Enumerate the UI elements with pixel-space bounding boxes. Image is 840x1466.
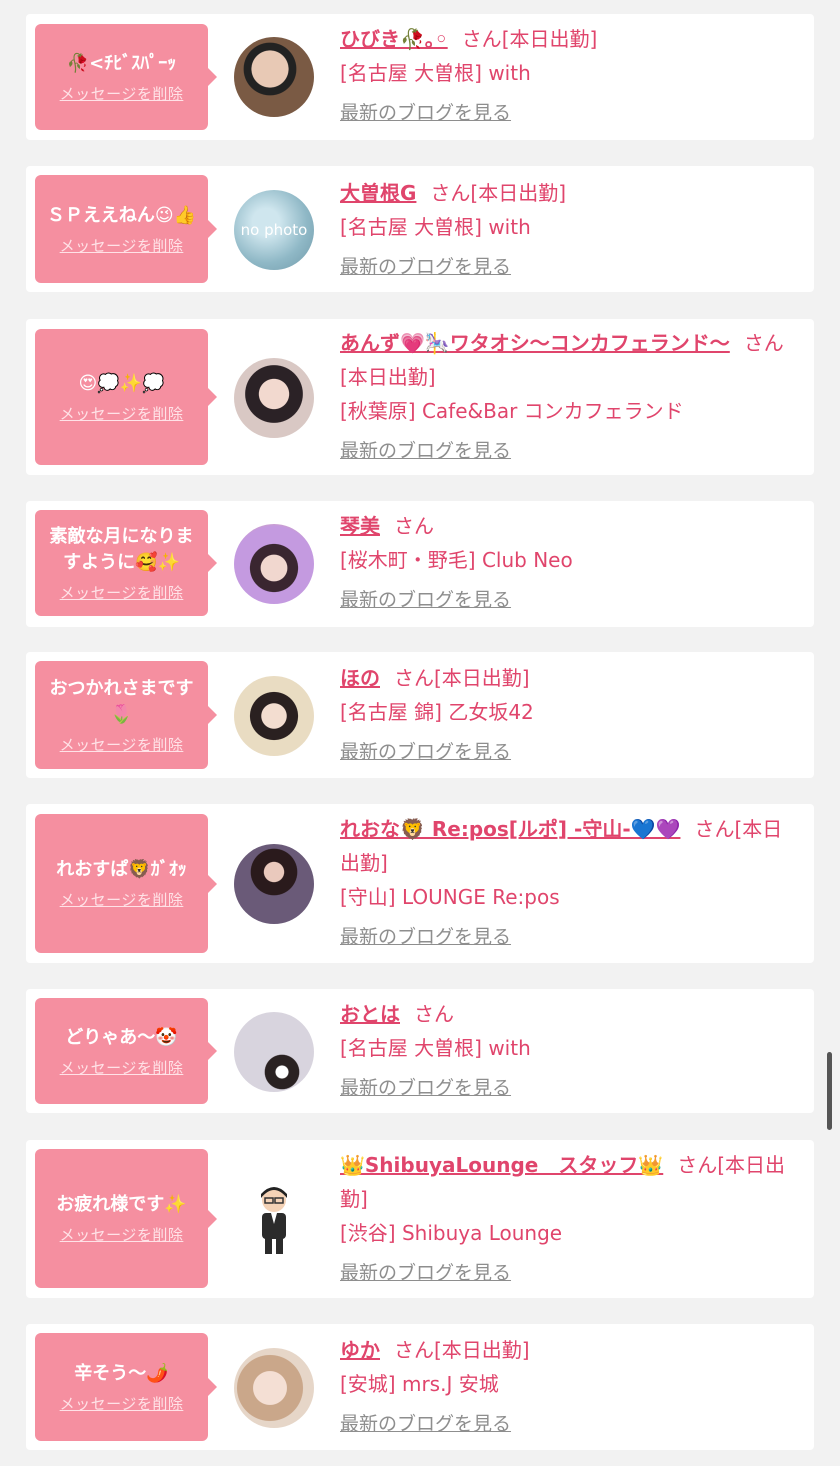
blog-link[interactable]: 最新のブログを見る	[340, 96, 511, 130]
message-bubble: れおすぱ🦁ｶﾞｵｯ メッセージを削除	[35, 814, 217, 953]
status-badge: [本日出勤]	[470, 181, 567, 205]
cast-name-link[interactable]: ゆか	[340, 1338, 380, 1362]
delete-message-link[interactable]: メッセージを削除	[60, 582, 184, 603]
message-bubble: ＳＰええねん😉👍 メッセージを削除	[35, 175, 217, 283]
cast-name-link[interactable]: ほの	[340, 666, 380, 690]
message-text: 素敵な月になりますように🥰✨	[49, 525, 194, 573]
san-suffix: さん	[743, 331, 784, 355]
status-badge: [本日出勤]	[501, 27, 598, 51]
list-item: お疲れ様です✨ メッセージを削除 👑ShibuyaLounge スタッフ👑 さん […	[26, 1140, 814, 1298]
san-suffix: さん	[414, 1002, 454, 1026]
message-bubble: 🥀<ﾁﾋﾞｽﾊﾟｰｯ メッセージを削除	[35, 24, 217, 130]
list-item: 😍💭✨💭 メッセージを削除 あんず💗🎠ワタオシ〜コンカフェランド〜 さん [本日出勤…	[26, 319, 814, 475]
message-text: 🥀<ﾁﾋﾞｽﾊﾟｰｯ	[66, 52, 177, 74]
cast-name-link[interactable]: 👑ShibuyaLounge スタッフ👑	[340, 1153, 663, 1177]
blog-link[interactable]: 最新のブログを見る	[340, 920, 511, 954]
delete-message-link[interactable]: メッセージを削除	[60, 734, 184, 755]
blog-link[interactable]: 最新のブログを見る	[340, 434, 511, 468]
no-photo-label: no photo	[240, 221, 308, 239]
list-item: ＳＰええねん😉👍 メッセージを削除 no photo 大曽根G さん[本日出勤] …	[26, 166, 814, 292]
blog-link[interactable]: 最新のブログを見る	[340, 1071, 511, 1105]
shop-label: [桜木町・野毛] Club Neo	[340, 548, 573, 572]
shop-label: [名古屋 大曽根] with	[340, 215, 531, 239]
staff-illustration-icon	[261, 1187, 287, 1254]
san-suffix: さん	[394, 666, 434, 690]
delete-message-link[interactable]: メッセージを削除	[60, 235, 184, 256]
shop-label: [名古屋 大曽根] with	[340, 61, 531, 85]
list-item: 素敵な月になりますように🥰✨ メッセージを削除 琴美 さん [桜木町・野毛] Cl…	[26, 501, 814, 627]
shop-label: [秋葉原] Cafe&Bar コンカフェランド	[340, 399, 684, 423]
blog-link[interactable]: 最新のブログを見る	[340, 1256, 511, 1290]
avatar[interactable]	[234, 844, 314, 924]
shop-label: [守山] LOUNGE Re:pos	[340, 885, 560, 909]
san-suffix: さん	[461, 27, 502, 51]
shop-label: [渋谷] Shibuya Lounge	[340, 1221, 563, 1245]
message-text: れおすぱ🦁ｶﾞｵｯ	[56, 859, 187, 880]
cast-name-link[interactable]: おとは	[340, 1002, 400, 1026]
cast-name-link[interactable]: れおな🦁 Re:pos[ルポ] -守山-💙💜	[340, 817, 680, 841]
cast-name-link[interactable]: 大曽根G	[340, 181, 416, 205]
status-badge: [本日出勤]	[340, 365, 436, 389]
san-suffix: さん	[694, 817, 735, 841]
list-item: どりゃあ〜🤡 メッセージを削除 おとは さん [名古屋 大曽根] with 最新の…	[26, 989, 814, 1113]
avatar[interactable]	[234, 37, 314, 117]
message-list: 🥀<ﾁﾋﾞｽﾊﾟｰｯ メッセージを削除 ひびき🥀｡◦ さん[本日出勤] [名古屋 …	[0, 0, 840, 1466]
delete-message-link[interactable]: メッセージを削除	[60, 1224, 184, 1245]
message-bubble: おつかれさまです🌷 メッセージを削除	[35, 661, 217, 769]
message-text: お疲れ様です✨	[56, 1194, 187, 1215]
avatar[interactable]	[234, 1178, 314, 1258]
message-text: どりゃあ〜🤡	[65, 1026, 178, 1048]
message-text: おつかれさまです🌷	[49, 677, 194, 725]
message-text: 😍💭✨💭	[78, 372, 165, 394]
avatar[interactable]	[234, 524, 314, 604]
san-suffix: さん	[394, 1338, 434, 1362]
message-bubble: お疲れ様です✨ メッセージを削除	[35, 1149, 217, 1288]
avatar[interactable]	[234, 358, 314, 438]
san-suffix: さん	[394, 514, 434, 538]
cast-name-link[interactable]: あんず💗🎠ワタオシ〜コンカフェランド〜	[340, 331, 730, 355]
scrollbar[interactable]	[827, 1052, 832, 1130]
message-bubble: 素敵な月になりますように🥰✨ メッセージを削除	[35, 510, 217, 616]
avatar[interactable]: no photo	[234, 190, 314, 270]
delete-message-link[interactable]: メッセージを削除	[60, 889, 184, 910]
message-bubble: 辛そう〜🌶️ メッセージを削除	[35, 1333, 217, 1441]
message-bubble: どりゃあ〜🤡 メッセージを削除	[35, 998, 217, 1104]
message-text: 辛そう〜🌶️	[74, 1362, 169, 1384]
delete-message-link[interactable]: メッセージを削除	[60, 1393, 184, 1414]
list-item: れおすぱ🦁ｶﾞｵｯ メッセージを削除 れおな🦁 Re:pos[ルポ] -守山-💙…	[26, 804, 814, 963]
shop-label: [安城] mrs.J 安城	[340, 1372, 499, 1396]
list-item: 🥀<ﾁﾋﾞｽﾊﾟｰｯ メッセージを削除 ひびき🥀｡◦ さん[本日出勤] [名古屋 …	[26, 14, 814, 140]
list-item: 辛そう〜🌶️ メッセージを削除 ゆか さん[本日出勤] [安城] mrs.J 安城…	[26, 1324, 814, 1450]
list-item: おつかれさまです🌷 メッセージを削除 ほの さん[本日出勤] [名古屋 錦] 乙女…	[26, 652, 814, 778]
blog-link[interactable]: 最新のブログを見る	[340, 250, 511, 284]
avatar[interactable]	[234, 1012, 314, 1092]
delete-message-link[interactable]: メッセージを削除	[60, 83, 184, 104]
delete-message-link[interactable]: メッセージを削除	[60, 1057, 184, 1078]
blog-link[interactable]: 最新のブログを見る	[340, 1407, 511, 1441]
cast-name-link[interactable]: ひびき🥀｡◦	[340, 27, 448, 51]
shop-label: [名古屋 錦] 乙女坂42	[340, 700, 534, 724]
delete-message-link[interactable]: メッセージを削除	[60, 403, 184, 424]
avatar[interactable]	[234, 676, 314, 756]
san-suffix: さん	[677, 1153, 718, 1177]
blog-link[interactable]: 最新のブログを見る	[340, 583, 511, 617]
status-badge: [本日出勤]	[434, 666, 530, 690]
blog-link[interactable]: 最新のブログを見る	[340, 735, 511, 769]
cast-name-link[interactable]: 琴美	[340, 514, 380, 538]
message-bubble: 😍💭✨💭 メッセージを削除	[35, 329, 217, 465]
status-badge: [本日出勤]	[434, 1338, 530, 1362]
message-text: ＳＰええねん😉👍	[46, 204, 197, 226]
avatar[interactable]	[234, 1348, 314, 1428]
shop-label: [名古屋 大曽根] with	[340, 1036, 531, 1060]
san-suffix: さん	[430, 181, 471, 205]
